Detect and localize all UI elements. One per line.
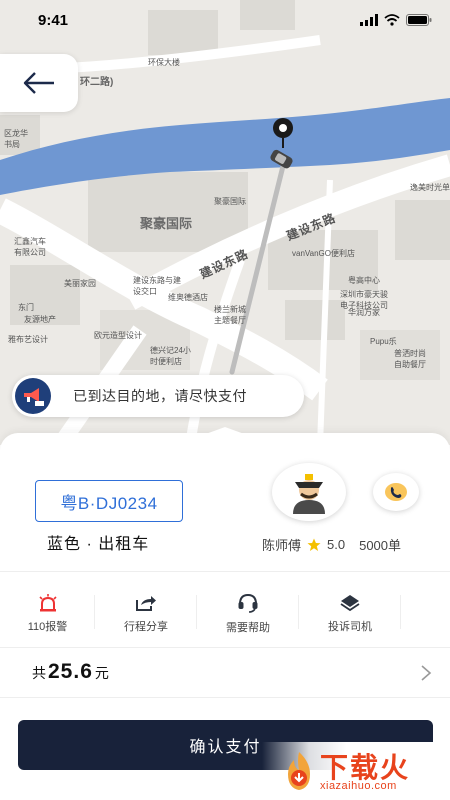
driver-name: 陈师傅: [262, 538, 302, 553]
map-label: 德兴记24小 时便利店: [150, 346, 191, 366]
map-label: 环保大楼: [148, 58, 180, 67]
alarm-110-button[interactable]: 110报警: [0, 585, 95, 643]
signal-icon: [360, 14, 378, 26]
divider: [0, 647, 450, 648]
map-label: 粤高中心: [348, 276, 380, 285]
back-button[interactable]: [0, 54, 78, 112]
alarm-icon: [38, 594, 57, 612]
watermark-url: xiazaihuo.com: [320, 780, 397, 792]
map-label: 美丽家园: [64, 279, 96, 288]
map-label: 华润万家: [348, 308, 380, 317]
driver-rating: 5.0: [327, 537, 346, 552]
notice-text: 已到达目的地，请尽快支付: [73, 388, 247, 404]
share-trip-button[interactable]: 行程分享: [95, 585, 197, 643]
driver-orders: 5000单: [359, 538, 402, 553]
fare-prefix: 共: [32, 665, 46, 681]
map-label: 区龙华 书局: [4, 129, 28, 149]
map-label: vanVanGO便利店: [292, 249, 355, 258]
sheet-handle-icon: [203, 427, 247, 435]
driver-info: 陈师傅 5.0 5000单: [262, 535, 401, 554]
license-plate: 粤B·DJ0234: [35, 480, 183, 522]
need-help-button[interactable]: 需要帮助: [197, 585, 299, 643]
status-bar: 9:41: [0, 0, 450, 44]
chevron-right-icon[interactable]: [420, 664, 432, 682]
map-label: 友源地产: [24, 315, 56, 324]
map-label: 东门: [18, 303, 34, 312]
back-arrow-icon: [23, 72, 54, 94]
car-marker-icon: [270, 149, 293, 169]
wifi-icon: [384, 14, 400, 26]
map-label: 雅布艺设计: [8, 335, 48, 344]
star-icon: [307, 538, 321, 551]
map-label: 逸美时光单: [410, 183, 450, 192]
map-label: 普洒时尚 自助餐厅: [394, 349, 426, 369]
map-label: 楼兰新城 主题餐厅: [214, 305, 246, 325]
battery-icon: [406, 14, 432, 26]
fare-amount: 25.6: [48, 660, 93, 683]
driver-avatar-icon: [293, 474, 325, 514]
complaint-icon: [340, 595, 360, 612]
map-label: 维奥德酒店: [168, 293, 208, 302]
fare-summary[interactable]: 共 25.6 元: [32, 660, 109, 684]
action-label: 需要帮助: [226, 622, 270, 634]
map-label: 汇鑫汽车 有限公司: [14, 237, 46, 257]
map-label: 欧元造型设计: [94, 331, 142, 340]
status-time: 9:41: [38, 12, 69, 29]
share-icon: [136, 596, 156, 611]
vehicle-description: 蓝色 · 出租车: [47, 536, 150, 553]
map-label: 聚豪国际: [214, 197, 246, 206]
map-label: 环二路): [80, 77, 114, 88]
action-bar: 110报警 行程分享 需要帮助 投诉司机: [0, 585, 450, 643]
call-driver-button[interactable]: [373, 473, 419, 511]
divider: [0, 697, 450, 698]
arrival-notice: 已到达目的地，请尽快支付: [12, 375, 304, 417]
complain-driver-button[interactable]: 投诉司机: [299, 585, 401, 643]
map-label: Pupu乐: [370, 337, 397, 346]
action-label: 行程分享: [124, 621, 168, 633]
headset-icon: [238, 593, 258, 613]
driver-avatar[interactable]: [272, 463, 346, 521]
map-label: 聚豪国际: [140, 216, 193, 231]
divider: [0, 571, 450, 572]
action-label: 投诉司机: [328, 621, 372, 633]
action-label: 110报警: [27, 621, 68, 633]
fare-unit: 元: [94, 665, 109, 681]
phone-icon: [385, 483, 407, 501]
flame-logo-icon: [288, 752, 310, 790]
watermark: 下载火 xiazaihuo.com: [262, 742, 450, 800]
megaphone-icon: [15, 378, 51, 414]
